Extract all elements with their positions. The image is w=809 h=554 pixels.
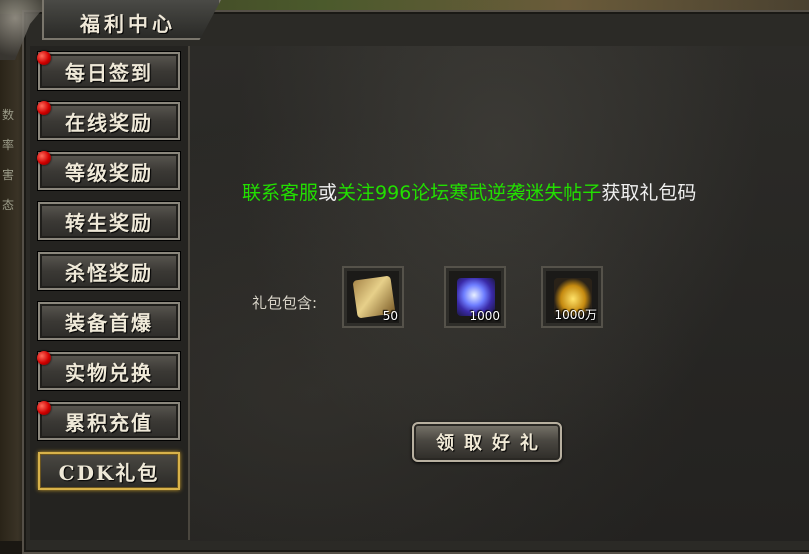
sidebar-item-cumulative-recharge[interactable]: 累积充值 xyxy=(37,401,180,440)
notification-dot-icon xyxy=(37,51,51,65)
reward-slot[interactable]: 1000 xyxy=(444,266,506,328)
notice-text: 获取礼包码 xyxy=(601,182,697,204)
notification-dot-icon xyxy=(37,351,51,365)
sidebar-item-label: 杀怪奖励 xyxy=(65,260,153,285)
notice-text: 或 xyxy=(318,182,338,204)
sidebar-item-level-reward[interactable]: 等级奖励 xyxy=(37,151,180,190)
sidebar-item-label: CDK礼包 xyxy=(58,460,160,485)
sidebar-item-kill-reward[interactable]: 杀怪奖励 xyxy=(38,252,180,290)
sidebar-item-rebirth-reward[interactable]: 转生奖励 xyxy=(38,202,180,240)
reward-quantity: 50 xyxy=(382,309,398,323)
window-title: 福利中心 xyxy=(80,12,176,36)
contact-support-link[interactable]: 联系客服 xyxy=(242,182,318,204)
sidebar-item-physical-exchange[interactable]: 实物兑换 xyxy=(37,351,180,390)
notification-dot-icon xyxy=(37,401,51,415)
sidebar-item-cdk-gift[interactable]: CDK礼包 xyxy=(38,452,180,490)
sidebar-item-label: 每日签到 xyxy=(65,60,153,85)
claim-gift-button[interactable]: 领取好礼 xyxy=(412,422,562,462)
reward-quantity: 1000 xyxy=(469,309,500,323)
side-glyph: 害 xyxy=(2,168,15,182)
forum-post-link[interactable]: 关注996论坛寒武逆袭迷失帖子 xyxy=(337,182,601,204)
gift-code-notice: 联系客服或关注996论坛寒武逆袭迷失帖子获取礼包码 xyxy=(242,178,762,205)
sidebar-item-online-reward[interactable]: 在线奖励 xyxy=(37,101,180,140)
reward-slot[interactable]: 1000万 xyxy=(541,266,603,328)
cdk-gift-panel: 联系客服或关注996论坛寒武逆袭迷失帖子获取礼包码 礼包包含: 50 1000 … xyxy=(190,46,809,541)
sidebar-item-label: 转生奖励 xyxy=(65,210,153,235)
reward-quantity: 1000万 xyxy=(554,308,597,322)
notification-dot-icon xyxy=(37,151,51,165)
sidebar-item-label: 等级奖励 xyxy=(65,160,153,185)
pack-contents-label: 礼包包含: xyxy=(252,294,318,312)
background-side-glyphs: 数 率 害 态 xyxy=(2,100,16,220)
sidebar: 每日签到 在线奖励 等级奖励 转生奖励 杀怪奖励 装备首爆 实物兑换 累积充值 … xyxy=(30,46,190,540)
side-glyph: 态 xyxy=(2,198,15,212)
sidebar-item-daily-signin[interactable]: 每日签到 xyxy=(37,51,180,90)
reward-slot[interactable]: 50 xyxy=(342,266,404,328)
notification-dot-icon xyxy=(37,101,51,115)
side-glyph: 数 xyxy=(2,108,15,122)
sidebar-item-label: 在线奖励 xyxy=(65,110,153,135)
sidebar-item-first-drop[interactable]: 装备首爆 xyxy=(38,302,180,340)
sidebar-item-label: 实物兑换 xyxy=(65,360,153,385)
sidebar-item-label: 累积充值 xyxy=(65,410,153,435)
side-glyph: 率 xyxy=(2,138,15,152)
sidebar-item-label: 装备首爆 xyxy=(65,310,153,335)
